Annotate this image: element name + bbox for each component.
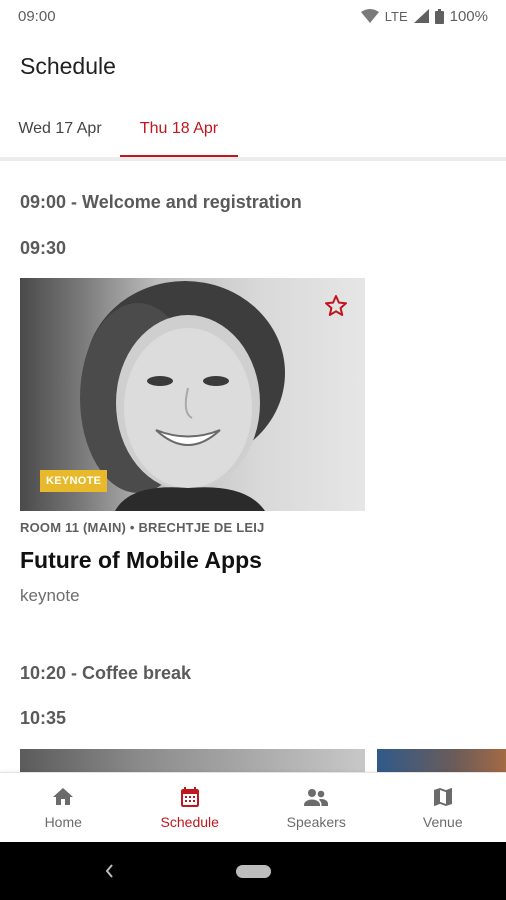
system-navigation-bar [0,842,506,900]
day-tabs: Wed 17 Apr Thu 18 Apr [0,100,506,158]
nav-schedule[interactable]: Schedule [127,773,254,842]
session-meta: ROOM 11 (MAIN) • BRECHTJE DE LEIJ [20,520,265,535]
time-slot-heading: 09:00 - Welcome and registration [20,192,302,212]
nav-home[interactable]: Home [0,773,127,842]
map-icon [433,788,452,806]
people-icon [304,789,329,806]
session-card-image[interactable]: KEYNOTE [20,278,365,511]
session-card-image[interactable] [20,749,365,772]
home-pill[interactable] [236,865,271,878]
nav-label: Schedule [160,814,219,830]
favorite-star-icon[interactable] [324,294,348,323]
nav-label: Home [44,814,82,830]
tab-label: Thu 18 Apr [139,120,219,137]
keynote-badge: KEYNOTE [40,470,108,492]
session-card-image[interactable] [377,749,506,772]
network-label: LTE [384,8,408,24]
app-bar: Schedule [0,32,506,100]
tab-wed-17-apr[interactable]: Wed 17 Apr [0,100,120,158]
home-icon [53,788,74,805]
tab-thu-18-apr[interactable]: Thu 18 Apr [120,100,238,158]
wifi-icon [360,9,379,23]
schedule-list[interactable]: 09:00 - Welcome and registration 09:30 K… [0,161,506,772]
page-title: Schedule [20,52,116,79]
nav-speakers[interactable]: Speakers [253,773,380,842]
calendar-icon [180,787,199,807]
session-tag: keynote [20,586,80,605]
time-slot-heading: 10:35 [20,708,67,728]
time-slot-heading: 10:20 - Coffee break [20,663,192,683]
status-time: 09:00 [18,7,56,25]
bottom-navigation: Home Schedule Speakers Venue [0,772,506,842]
signal-icon [413,9,429,23]
session-title[interactable]: Future of Mobile Apps [20,547,262,574]
nav-label: Venue [422,814,463,830]
battery-icon [434,8,444,24]
tab-label: Wed 17 Apr [18,120,102,137]
back-icon[interactable] [103,862,115,880]
battery-label: 100% [449,7,488,25]
time-slot-heading: 09:30 [20,238,67,258]
nav-venue[interactable]: Venue [380,773,506,842]
status-bar: 09:00 LTE 100% [0,0,506,32]
status-icons: LTE 100% [360,7,488,25]
nav-label: Speakers [286,814,346,830]
